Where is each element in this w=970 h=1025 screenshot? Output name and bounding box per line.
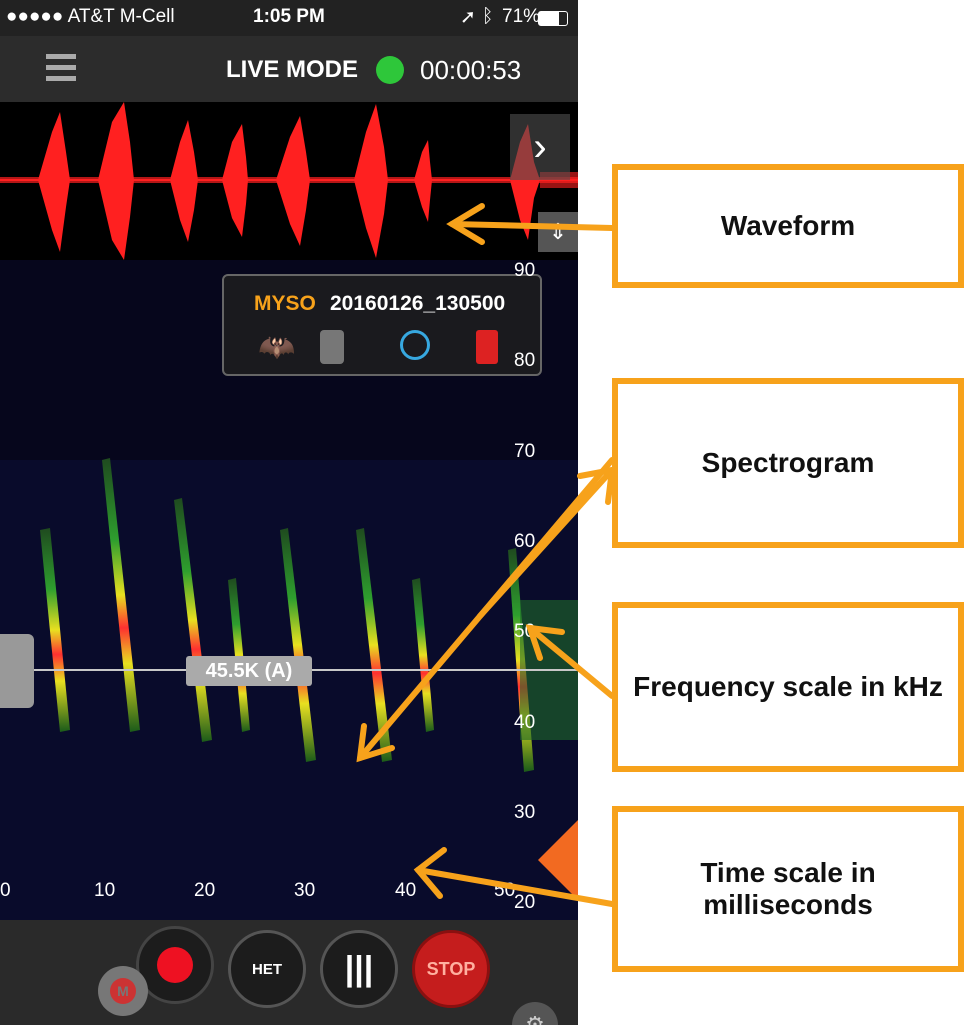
callout-waveform: Waveform: [612, 164, 964, 288]
callout-time-line2: milliseconds: [703, 889, 873, 920]
callout-time: Time scale in milliseconds: [612, 806, 964, 972]
callout-spectrogram: Spectrogram: [612, 378, 964, 548]
callout-frequency: Frequency scale in kHz: [612, 602, 964, 772]
callout-time-line1: Time scale in: [700, 857, 876, 888]
